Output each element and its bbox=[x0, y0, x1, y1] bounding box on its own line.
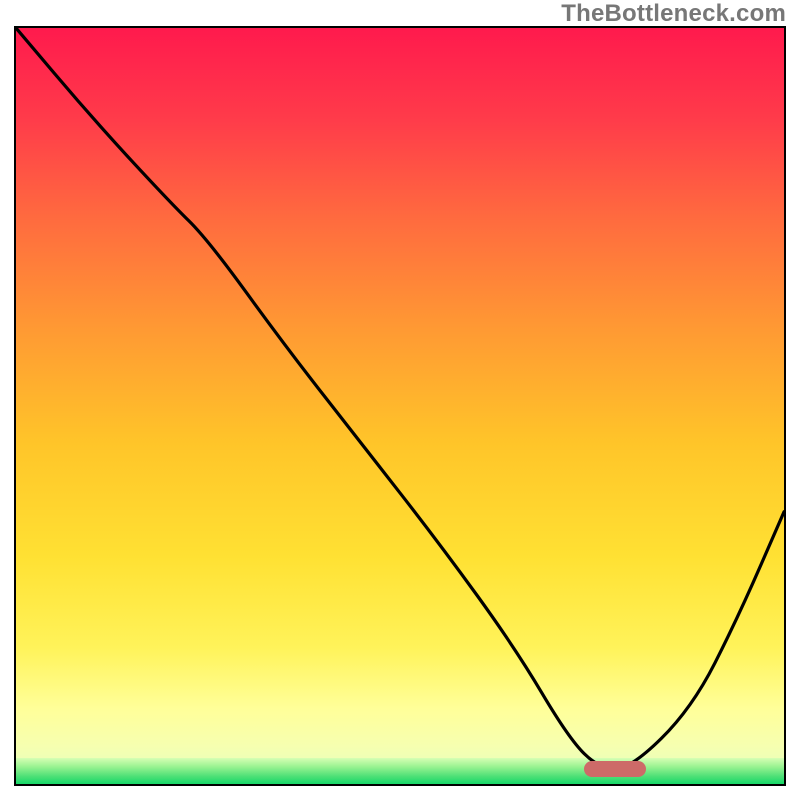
optimum-marker bbox=[584, 761, 645, 777]
watermark-text: TheBottleneck.com bbox=[561, 0, 786, 28]
bottleneck-curve bbox=[16, 28, 784, 784]
plot-area bbox=[14, 26, 786, 786]
chart-container: TheBottleneck.com bbox=[0, 0, 800, 800]
